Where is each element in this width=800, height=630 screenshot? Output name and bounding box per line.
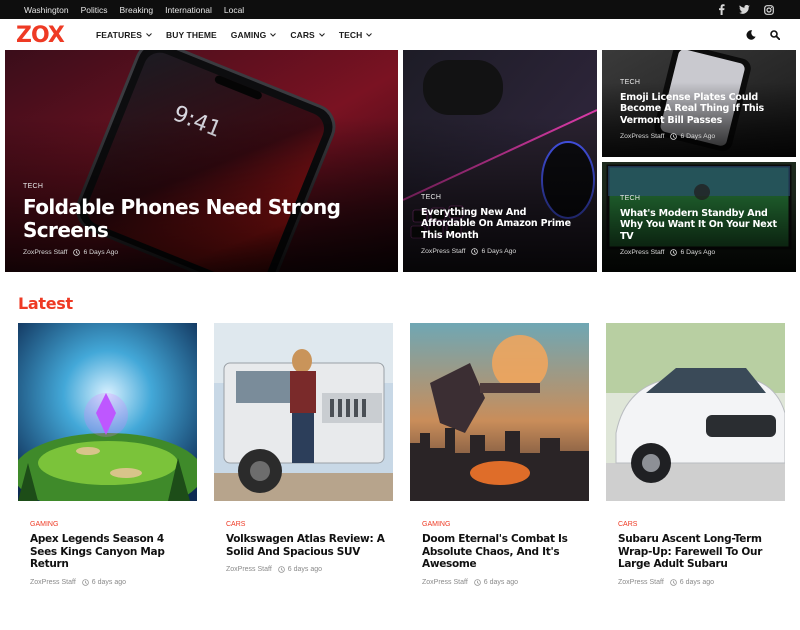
hero-main-title[interactable]: Foldable Phones Need Strong Screens <box>23 196 384 242</box>
category-label[interactable]: TECH <box>23 183 384 190</box>
chevron-down-icon <box>318 32 325 37</box>
twitter-icon[interactable] <box>739 5 750 14</box>
nav-item-gaming[interactable]: GAMING <box>231 30 277 40</box>
post-time: 6 Days Ago <box>481 248 517 255</box>
post-title[interactable]: Apex Legends Season 4 Sees Kings Canyon … <box>30 533 189 571</box>
post-title[interactable]: Doom Eternal's Combat Is Absolute Chaos,… <box>422 533 581 571</box>
post-meta: ZoxPress Staff 6 days ago <box>30 579 197 586</box>
hero-right-bottom-card[interactable]: TECH What's Modern Standby And Why You W… <box>602 162 796 272</box>
category-label[interactable]: TECH <box>421 194 583 201</box>
post-thumbnail[interactable] <box>410 323 589 501</box>
category-label[interactable]: CARS <box>226 521 393 528</box>
social-links <box>718 0 774 19</box>
hero-middle-card[interactable]: TECH Everything New And Affordable On Am… <box>403 50 597 272</box>
author-name[interactable]: ZoxPress Staff <box>30 579 76 586</box>
post-thumbnail[interactable] <box>13 323 203 513</box>
clock-icon <box>669 578 677 586</box>
author-name[interactable]: ZoxPress Staff <box>620 133 664 140</box>
author-name[interactable]: ZoxPress Staff <box>421 248 465 255</box>
nav-item-tech[interactable]: TECH <box>339 30 373 40</box>
top-links: Washington Politics Breaking Internation… <box>24 0 256 19</box>
post-title[interactable]: Subaru Ascent Long-Term Wrap-Up: Farewel… <box>618 533 777 571</box>
post-time: 6 Days Ago <box>680 133 716 140</box>
post-time: 6 days ago <box>483 578 519 586</box>
latest-post-card[interactable]: GAMING Apex Legends Season 4 Sees Kings … <box>13 323 203 586</box>
top-link-washington[interactable]: Washington <box>24 5 69 15</box>
nav-label: CARS <box>290 29 315 40</box>
post-time: 6 days ago <box>287 566 323 573</box>
chevron-down-icon <box>270 32 277 37</box>
dark-mode-icon[interactable] <box>746 25 756 44</box>
top-link-breaking[interactable]: Breaking <box>120 5 154 15</box>
instagram-icon[interactable] <box>764 4 774 15</box>
author-name[interactable]: ZoxPress Staff <box>620 249 664 256</box>
post-meta: ZoxPress Staff 6 Days Ago <box>620 249 782 256</box>
clock-icon <box>670 133 678 140</box>
top-link-local[interactable]: Local <box>224 5 244 15</box>
category-label[interactable]: TECH <box>620 79 782 86</box>
category-label[interactable]: TECH <box>620 195 782 202</box>
latest-heading: Latest <box>18 294 73 313</box>
nav-label: BUY THEME <box>165 29 217 40</box>
nav-item-features[interactable]: FEATURES <box>96 30 152 40</box>
clock-icon <box>670 249 678 256</box>
post-thumbnail[interactable] <box>214 323 393 501</box>
header-tools <box>746 19 781 50</box>
chevron-down-icon <box>146 32 152 37</box>
clock-icon <box>473 578 481 586</box>
hero-main-text: TECH Foldable Phones Need Strong Screens… <box>23 183 384 256</box>
author-name[interactable]: ZoxPress Staff <box>23 249 67 256</box>
author-name[interactable]: ZoxPress Staff <box>422 579 468 586</box>
post-time: 6 Days Ago <box>83 249 119 256</box>
clock-icon <box>471 248 479 255</box>
main-nav: FEATURES BUY THEME GAMING CARS TECH <box>96 19 386 50</box>
nav-item-buy-theme[interactable]: BUY THEME <box>166 30 217 40</box>
top-link-international[interactable]: International <box>165 5 212 15</box>
author-name[interactable]: ZoxPress Staff <box>618 579 664 586</box>
latest-post-card[interactable]: CARS Volkswagen Atlas Review: A Solid An… <box>214 323 393 573</box>
hero-right-top-text: TECH Emoji License Plates Could Become A… <box>620 79 782 141</box>
top-bar: Washington Politics Breaking Internation… <box>0 0 800 19</box>
latest-post-card[interactable]: GAMING Doom Eternal's Combat Is Absolute… <box>410 323 589 586</box>
post-meta: ZoxPress Staff 6 Days Ago <box>421 248 583 255</box>
post-thumbnail[interactable] <box>606 323 786 501</box>
post-meta: ZoxPress Staff 6 Days Ago <box>620 133 782 140</box>
author-name[interactable]: ZoxPress Staff <box>226 566 272 573</box>
post-time: 6 days ago <box>91 578 127 586</box>
post-meta: ZoxPress Staff 6 days ago <box>618 579 785 586</box>
hero-right-bottom-title[interactable]: What's Modern Standby And Why You Want I… <box>620 208 782 243</box>
post-meta: ZoxPress Staff 6 Days Ago <box>23 249 384 256</box>
svg-text:ZOX: ZOX <box>16 23 65 46</box>
clock-icon <box>277 566 285 573</box>
category-label[interactable]: GAMING <box>30 521 197 528</box>
facebook-icon[interactable] <box>718 4 725 15</box>
post-time: 6 Days Ago <box>680 249 716 256</box>
category-label[interactable]: CARS <box>618 521 785 528</box>
hero-right-top-title[interactable]: Emoji License Plates Could Become A Real… <box>620 92 782 127</box>
hero-middle-text: TECH Everything New And Affordable On Am… <box>421 194 583 256</box>
nav-label: TECH <box>338 29 363 40</box>
hero-right-top-card[interactable]: TECH Emoji License Plates Could Become A… <box>602 50 796 157</box>
post-title[interactable]: Volkswagen Atlas Review: A Solid And Spa… <box>226 533 385 558</box>
site-logo[interactable]: ZOX <box>16 22 78 46</box>
post-time: 6 days ago <box>679 578 715 586</box>
category-label[interactable]: GAMING <box>422 521 589 528</box>
post-meta: ZoxPress Staff 6 days ago <box>226 566 393 573</box>
post-meta: ZoxPress Staff 6 days ago <box>422 579 589 586</box>
hero-middle-title[interactable]: Everything New And Affordable On Amazon … <box>421 207 583 242</box>
nav-item-cars[interactable]: CARS <box>290 30 325 40</box>
latest-post-card[interactable]: CARS Subaru Ascent Long-Term Wrap-Up: Fa… <box>606 323 786 586</box>
search-icon[interactable] <box>770 25 781 44</box>
nav-label: FEATURES <box>96 29 142 40</box>
main-header: ZOX FEATURES BUY THEME GAMING CARS TECH <box>0 19 800 50</box>
hero-main-card[interactable]: 9:41 TECH Foldable Phones Need Strong Sc… <box>5 50 398 272</box>
hero-right-bottom-text: TECH What's Modern Standby And Why You W… <box>620 195 782 257</box>
nav-label: GAMING <box>230 29 267 40</box>
top-link-politics[interactable]: Politics <box>81 5 108 15</box>
chevron-down-icon <box>366 32 373 37</box>
clock-icon <box>81 578 89 586</box>
clock-icon <box>73 249 81 256</box>
